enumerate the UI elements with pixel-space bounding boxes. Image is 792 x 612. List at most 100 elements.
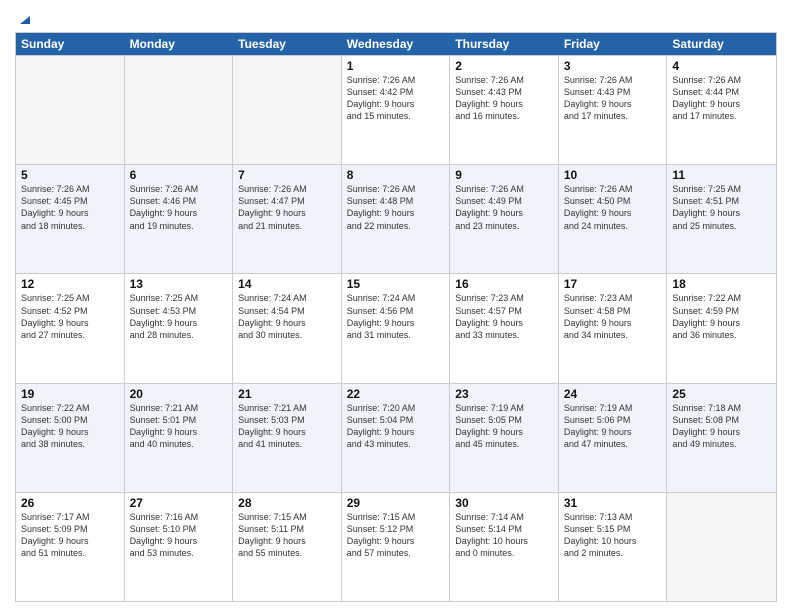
calendar-cell: 16Sunrise: 7:23 AM Sunset: 4:57 PM Dayli…: [450, 274, 559, 382]
day-number: 15: [347, 277, 445, 291]
day-info: Sunrise: 7:26 AM Sunset: 4:45 PM Dayligh…: [21, 183, 119, 232]
day-number: 20: [130, 387, 228, 401]
day-info: Sunrise: 7:19 AM Sunset: 5:06 PM Dayligh…: [564, 402, 662, 451]
day-number: 14: [238, 277, 336, 291]
day-info: Sunrise: 7:17 AM Sunset: 5:09 PM Dayligh…: [21, 511, 119, 560]
calendar-cell: 29Sunrise: 7:15 AM Sunset: 5:12 PM Dayli…: [342, 493, 451, 601]
day-number: 23: [455, 387, 553, 401]
calendar-body: 1Sunrise: 7:26 AM Sunset: 4:42 PM Daylig…: [16, 55, 776, 601]
calendar-cell: 8Sunrise: 7:26 AM Sunset: 4:48 PM Daylig…: [342, 165, 451, 273]
calendar-cell: 20Sunrise: 7:21 AM Sunset: 5:01 PM Dayli…: [125, 384, 234, 492]
day-number: 18: [672, 277, 771, 291]
day-info: Sunrise: 7:26 AM Sunset: 4:43 PM Dayligh…: [455, 74, 553, 123]
weekday-header: Wednesday: [342, 33, 451, 55]
calendar-cell: [667, 493, 776, 601]
day-number: 5: [21, 168, 119, 182]
day-number: 19: [21, 387, 119, 401]
weekday-header: Sunday: [16, 33, 125, 55]
day-info: Sunrise: 7:26 AM Sunset: 4:42 PM Dayligh…: [347, 74, 445, 123]
day-number: 2: [455, 59, 553, 73]
day-number: 6: [130, 168, 228, 182]
day-info: Sunrise: 7:18 AM Sunset: 5:08 PM Dayligh…: [672, 402, 771, 451]
day-number: 9: [455, 168, 553, 182]
day-info: Sunrise: 7:26 AM Sunset: 4:46 PM Dayligh…: [130, 183, 228, 232]
day-number: 31: [564, 496, 662, 510]
calendar-cell: 13Sunrise: 7:25 AM Sunset: 4:53 PM Dayli…: [125, 274, 234, 382]
calendar-cell: 23Sunrise: 7:19 AM Sunset: 5:05 PM Dayli…: [450, 384, 559, 492]
calendar-cell: 30Sunrise: 7:14 AM Sunset: 5:14 PM Dayli…: [450, 493, 559, 601]
day-number: 13: [130, 277, 228, 291]
calendar-cell: 6Sunrise: 7:26 AM Sunset: 4:46 PM Daylig…: [125, 165, 234, 273]
calendar-cell: 7Sunrise: 7:26 AM Sunset: 4:47 PM Daylig…: [233, 165, 342, 273]
day-number: 21: [238, 387, 336, 401]
calendar-cell: 9Sunrise: 7:26 AM Sunset: 4:49 PM Daylig…: [450, 165, 559, 273]
day-number: 29: [347, 496, 445, 510]
day-number: 12: [21, 277, 119, 291]
day-number: 4: [672, 59, 771, 73]
calendar-cell: 22Sunrise: 7:20 AM Sunset: 5:04 PM Dayli…: [342, 384, 451, 492]
day-info: Sunrise: 7:13 AM Sunset: 5:15 PM Dayligh…: [564, 511, 662, 560]
calendar-cell: 2Sunrise: 7:26 AM Sunset: 4:43 PM Daylig…: [450, 56, 559, 164]
day-number: 11: [672, 168, 771, 182]
calendar-row: 19Sunrise: 7:22 AM Sunset: 5:00 PM Dayli…: [16, 383, 776, 492]
day-info: Sunrise: 7:26 AM Sunset: 4:49 PM Dayligh…: [455, 183, 553, 232]
logo-arrow-icon: [16, 10, 32, 26]
calendar-row: 26Sunrise: 7:17 AM Sunset: 5:09 PM Dayli…: [16, 492, 776, 601]
calendar-cell: 24Sunrise: 7:19 AM Sunset: 5:06 PM Dayli…: [559, 384, 668, 492]
day-number: 1: [347, 59, 445, 73]
day-info: Sunrise: 7:22 AM Sunset: 5:00 PM Dayligh…: [21, 402, 119, 451]
day-number: 26: [21, 496, 119, 510]
weekday-header: Friday: [559, 33, 668, 55]
day-info: Sunrise: 7:26 AM Sunset: 4:44 PM Dayligh…: [672, 74, 771, 123]
calendar-cell: 1Sunrise: 7:26 AM Sunset: 4:42 PM Daylig…: [342, 56, 451, 164]
weekday-header: Thursday: [450, 33, 559, 55]
day-info: Sunrise: 7:24 AM Sunset: 4:56 PM Dayligh…: [347, 292, 445, 341]
day-info: Sunrise: 7:15 AM Sunset: 5:11 PM Dayligh…: [238, 511, 336, 560]
day-number: 28: [238, 496, 336, 510]
day-info: Sunrise: 7:26 AM Sunset: 4:50 PM Dayligh…: [564, 183, 662, 232]
day-number: 8: [347, 168, 445, 182]
day-info: Sunrise: 7:25 AM Sunset: 4:52 PM Dayligh…: [21, 292, 119, 341]
day-info: Sunrise: 7:26 AM Sunset: 4:48 PM Dayligh…: [347, 183, 445, 232]
day-number: 16: [455, 277, 553, 291]
calendar-cell: 21Sunrise: 7:21 AM Sunset: 5:03 PM Dayli…: [233, 384, 342, 492]
calendar-cell: 25Sunrise: 7:18 AM Sunset: 5:08 PM Dayli…: [667, 384, 776, 492]
day-number: 17: [564, 277, 662, 291]
calendar: SundayMondayTuesdayWednesdayThursdayFrid…: [15, 32, 777, 602]
calendar-cell: 15Sunrise: 7:24 AM Sunset: 4:56 PM Dayli…: [342, 274, 451, 382]
day-number: 22: [347, 387, 445, 401]
calendar-cell: 26Sunrise: 7:17 AM Sunset: 5:09 PM Dayli…: [16, 493, 125, 601]
day-number: 3: [564, 59, 662, 73]
calendar-cell: [233, 56, 342, 164]
calendar-cell: 27Sunrise: 7:16 AM Sunset: 5:10 PM Dayli…: [125, 493, 234, 601]
calendar-row: 12Sunrise: 7:25 AM Sunset: 4:52 PM Dayli…: [16, 273, 776, 382]
calendar-header: SundayMondayTuesdayWednesdayThursdayFrid…: [16, 33, 776, 55]
day-info: Sunrise: 7:19 AM Sunset: 5:05 PM Dayligh…: [455, 402, 553, 451]
calendar-row: 5Sunrise: 7:26 AM Sunset: 4:45 PM Daylig…: [16, 164, 776, 273]
page: SundayMondayTuesdayWednesdayThursdayFrid…: [0, 0, 792, 612]
header: [15, 10, 777, 24]
day-info: Sunrise: 7:22 AM Sunset: 4:59 PM Dayligh…: [672, 292, 771, 341]
calendar-cell: 12Sunrise: 7:25 AM Sunset: 4:52 PM Dayli…: [16, 274, 125, 382]
day-number: 24: [564, 387, 662, 401]
day-info: Sunrise: 7:21 AM Sunset: 5:01 PM Dayligh…: [130, 402, 228, 451]
calendar-cell: 11Sunrise: 7:25 AM Sunset: 4:51 PM Dayli…: [667, 165, 776, 273]
day-info: Sunrise: 7:15 AM Sunset: 5:12 PM Dayligh…: [347, 511, 445, 560]
day-number: 25: [672, 387, 771, 401]
day-info: Sunrise: 7:25 AM Sunset: 4:53 PM Dayligh…: [130, 292, 228, 341]
day-info: Sunrise: 7:20 AM Sunset: 5:04 PM Dayligh…: [347, 402, 445, 451]
day-number: 27: [130, 496, 228, 510]
day-number: 30: [455, 496, 553, 510]
calendar-cell: [16, 56, 125, 164]
calendar-row: 1Sunrise: 7:26 AM Sunset: 4:42 PM Daylig…: [16, 55, 776, 164]
day-info: Sunrise: 7:26 AM Sunset: 4:43 PM Dayligh…: [564, 74, 662, 123]
calendar-cell: 28Sunrise: 7:15 AM Sunset: 5:11 PM Dayli…: [233, 493, 342, 601]
calendar-cell: 18Sunrise: 7:22 AM Sunset: 4:59 PM Dayli…: [667, 274, 776, 382]
day-info: Sunrise: 7:26 AM Sunset: 4:47 PM Dayligh…: [238, 183, 336, 232]
calendar-cell: 10Sunrise: 7:26 AM Sunset: 4:50 PM Dayli…: [559, 165, 668, 273]
calendar-cell: 14Sunrise: 7:24 AM Sunset: 4:54 PM Dayli…: [233, 274, 342, 382]
day-info: Sunrise: 7:24 AM Sunset: 4:54 PM Dayligh…: [238, 292, 336, 341]
calendar-cell: 31Sunrise: 7:13 AM Sunset: 5:15 PM Dayli…: [559, 493, 668, 601]
day-info: Sunrise: 7:23 AM Sunset: 4:58 PM Dayligh…: [564, 292, 662, 341]
calendar-cell: 19Sunrise: 7:22 AM Sunset: 5:00 PM Dayli…: [16, 384, 125, 492]
